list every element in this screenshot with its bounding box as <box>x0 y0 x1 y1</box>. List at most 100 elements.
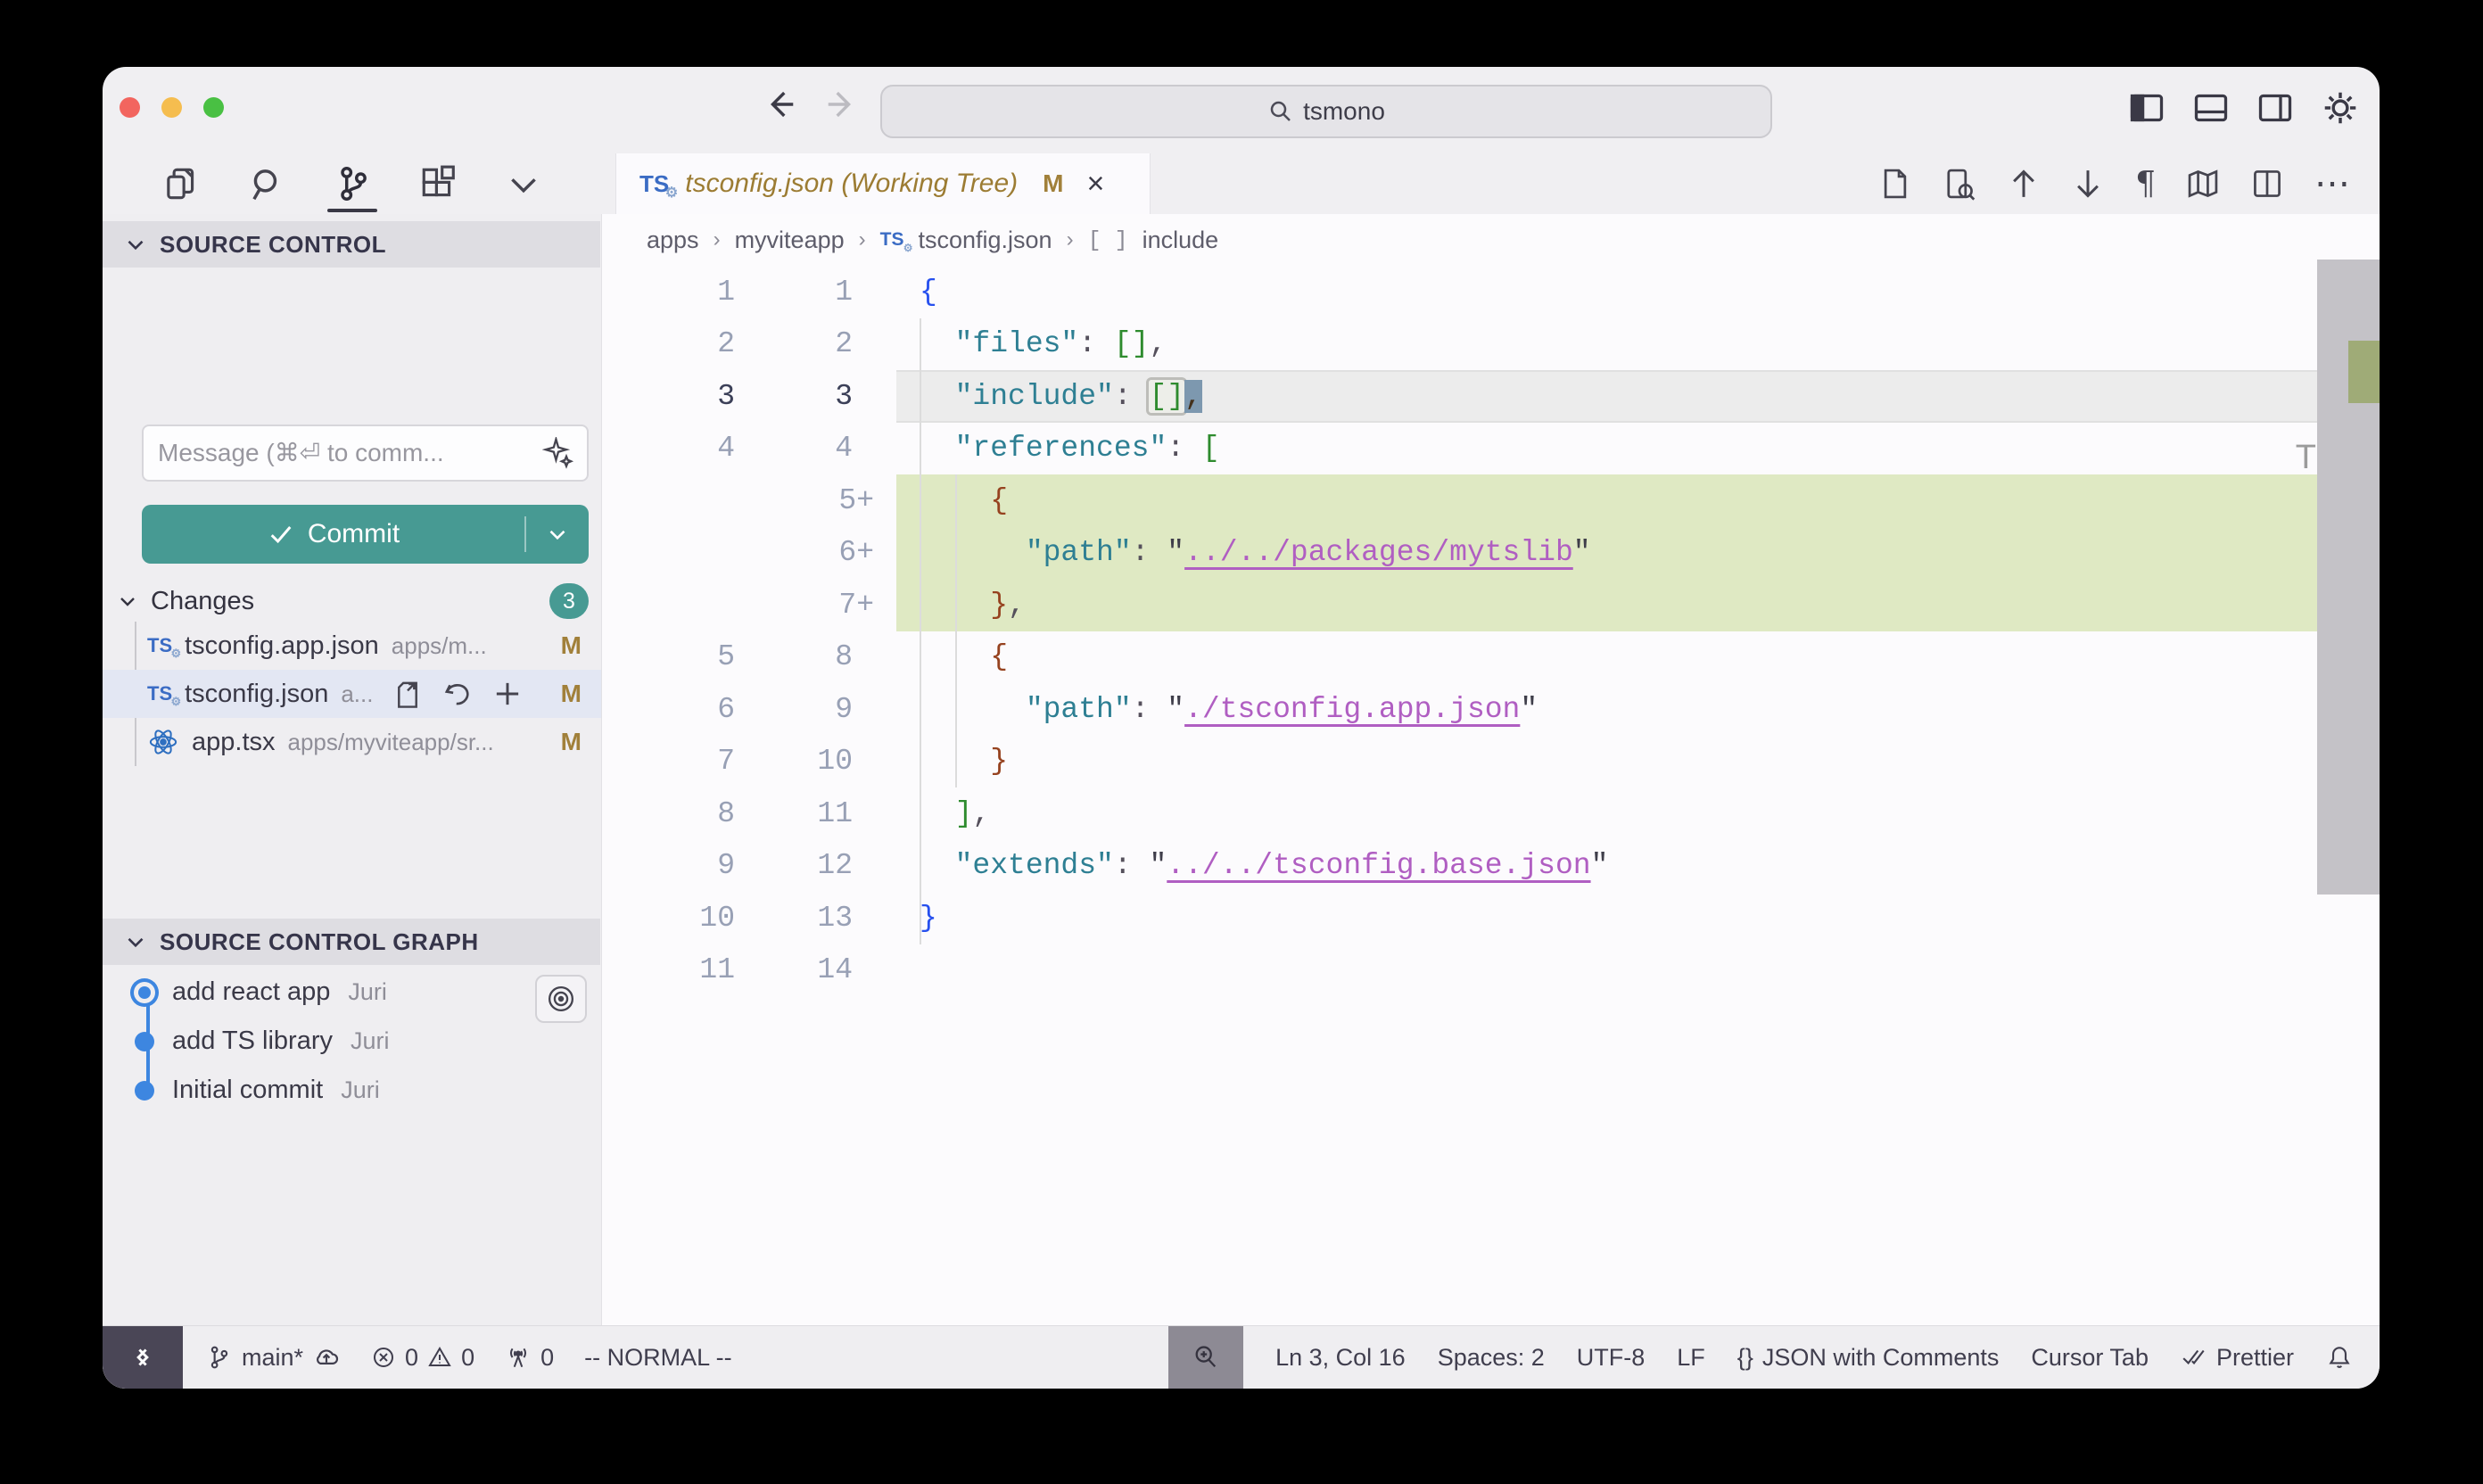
code-line[interactable]: 1114 <box>602 944 2380 997</box>
code-line[interactable]: 44 "references": [ <box>602 423 2380 475</box>
cursor-position[interactable]: Ln 3, Col 16 <box>1275 1344 1406 1372</box>
open-file-icon[interactable] <box>1878 167 1912 201</box>
breadcrumb[interactable]: apps › myviteapp › TS⚙ tsconfig.json › [… <box>602 214 2380 266</box>
code-line-content: "files": [], <box>876 327 2380 360</box>
original-line-number: 9 <box>602 849 758 882</box>
react-file-icon <box>147 726 179 758</box>
source-control-graph-header[interactable]: SOURCE CONTROL GRAPH <box>103 919 600 965</box>
maximize-window-button[interactable] <box>203 97 224 118</box>
commit-message-box[interactable] <box>142 425 589 482</box>
language-mode-indicator[interactable]: {}JSON with Comments <box>1737 1344 2000 1372</box>
breadcrumb-item[interactable]: include <box>1143 227 1219 254</box>
split-editor-icon[interactable] <box>2250 167 2284 201</box>
formatter-indicator[interactable]: Prettier <box>2181 1344 2294 1372</box>
whitespace-pilcrow-icon[interactable]: ¶ <box>2135 166 2156 202</box>
code-line[interactable]: 33 "include": [], <box>602 370 2380 423</box>
extensions-view-icon[interactable] <box>418 153 458 214</box>
open-changes-icon[interactable] <box>1943 167 1976 201</box>
vim-mode-indicator[interactable]: -- NORMAL -- <box>584 1344 731 1372</box>
explorer-icon[interactable] <box>161 153 201 214</box>
commit-row[interactable]: Initial commit Juri <box>103 1066 601 1115</box>
commit-dropdown-chevron-icon[interactable] <box>526 521 589 548</box>
next-change-icon[interactable] <box>2071 167 2105 201</box>
original-line-number: 2 <box>602 327 758 360</box>
ports-indicator[interactable]: 0 <box>505 1344 554 1372</box>
notifications-bell-icon[interactable] <box>2326 1344 2353 1371</box>
code-line[interactable]: 912 "extends": "../../tsconfig.base.json… <box>602 840 2380 893</box>
ts-file-icon: TS⚙ <box>147 682 172 705</box>
remote-indicator[interactable] <box>103 1326 183 1389</box>
modified-line-number: 9 <box>758 693 876 726</box>
commit-row[interactable]: add react app Juri <box>103 968 601 1017</box>
modified-badge: M <box>561 728 582 756</box>
branch-indicator[interactable]: main* <box>206 1343 341 1372</box>
eol-indicator[interactable]: LF <box>1677 1344 1705 1372</box>
toggle-primary-sidebar-icon[interactable] <box>2128 89 2165 127</box>
source-control-header[interactable]: SOURCE CONTROL <box>103 221 600 268</box>
code-line[interactable]: 58 { <box>602 631 2380 684</box>
close-window-button[interactable] <box>120 97 140 118</box>
modified-line-number: 12 <box>758 849 876 882</box>
changed-file-row[interactable]: TS⚙ tsconfig.app.json apps/m... M <box>103 622 601 670</box>
previous-change-icon[interactable] <box>2007 167 2041 201</box>
commit-message-input[interactable] <box>144 439 542 467</box>
breadcrumb-item[interactable]: tsconfig.json <box>918 227 1052 254</box>
cursor-tab-indicator[interactable]: Cursor Tab <box>2031 1344 2149 1372</box>
views-chevron-down-icon[interactable] <box>504 153 543 214</box>
checkout-target-icon[interactable] <box>535 975 587 1023</box>
settings-gear-icon[interactable] <box>2321 88 2360 128</box>
changes-section-header[interactable]: Changes 3 <box>115 581 589 622</box>
remote-icon <box>128 1342 158 1373</box>
magnifier-plus-icon <box>1192 1343 1220 1372</box>
code-line[interactable]: 69 "path": "./tsconfig.app.json" <box>602 683 2380 736</box>
tab-close-icon[interactable]: × <box>1086 169 1104 199</box>
code-line-content: "extends": "../../tsconfig.base.json" <box>876 849 2380 882</box>
source-control-view-icon[interactable] <box>333 153 372 214</box>
encoding-indicator[interactable]: UTF-8 <box>1577 1344 1646 1372</box>
modified-line-number: 10 <box>758 745 876 778</box>
problems-indicator[interactable]: 0 0 <box>371 1344 474 1372</box>
changed-file-row-selected[interactable]: TS⚙ tsconfig.json a... M <box>103 670 601 718</box>
code-line[interactable]: 811 ], <box>602 787 2380 840</box>
indentation-indicator[interactable]: Spaces: 2 <box>1438 1344 1545 1372</box>
code-line[interactable]: 5+ { <box>602 474 2380 527</box>
code-line-content: { <box>876 640 2380 673</box>
code-line[interactable]: 1013} <box>602 892 2380 944</box>
tab-tsconfig-working-tree[interactable]: TS⚙ tsconfig.json (Working Tree) M × <box>615 153 1151 214</box>
commit-button[interactable]: Commit <box>142 505 589 564</box>
map-icon[interactable] <box>2186 167 2220 201</box>
sparkle-icon[interactable] <box>542 437 574 469</box>
forward-icon[interactable] <box>823 87 859 122</box>
breadcrumb-item[interactable]: apps <box>647 227 699 254</box>
code-line[interactable]: 6+ "path": "../../packages/mytslib" <box>602 527 2380 580</box>
modified-line-number: 8 <box>758 640 876 673</box>
code-line[interactable]: 710 } <box>602 736 2380 788</box>
zoom-indicator[interactable] <box>1168 1326 1243 1389</box>
chevron-down-icon <box>122 231 149 258</box>
original-line-number: 6 <box>602 693 758 726</box>
command-center-search[interactable]: tsmono <box>880 85 1772 138</box>
code-line-content: { <box>876 276 2380 309</box>
code-line[interactable]: 11{ <box>602 266 2380 318</box>
source-control-sidebar: SOURCE CONTROL Commit Changes 3 <box>103 214 602 1326</box>
tab-label: tsconfig.json (Working Tree) <box>685 169 1018 199</box>
commit-row[interactable]: add TS library Juri <box>103 1017 601 1066</box>
code-line[interactable]: 7+ }, <box>602 579 2380 631</box>
code-area[interactable]: 11{22 "files": [],33 "include": [],44 "r… <box>602 266 2380 996</box>
minimize-window-button[interactable] <box>161 97 182 118</box>
code-line[interactable]: 22 "files": [], <box>602 318 2380 371</box>
title-bar: tsmono <box>103 67 2380 153</box>
code-line-content: }, <box>876 589 2380 622</box>
toggle-panel-icon[interactable] <box>2192 89 2230 127</box>
discard-changes-icon[interactable] <box>442 679 473 709</box>
search-view-icon[interactable] <box>247 153 286 214</box>
toggle-secondary-sidebar-icon[interactable] <box>2256 89 2294 127</box>
stage-changes-plus-icon[interactable] <box>492 679 523 709</box>
more-actions-icon[interactable]: ⋯ <box>2314 163 2353 204</box>
open-file-action-icon[interactable] <box>392 679 423 709</box>
code-line-content: ], <box>876 797 2380 830</box>
chevron-down-icon <box>115 589 140 614</box>
back-icon[interactable] <box>763 87 798 122</box>
breadcrumb-item[interactable]: myviteapp <box>735 227 845 254</box>
changed-file-row[interactable]: app.tsx apps/myviteapp/sr... M <box>103 718 601 766</box>
